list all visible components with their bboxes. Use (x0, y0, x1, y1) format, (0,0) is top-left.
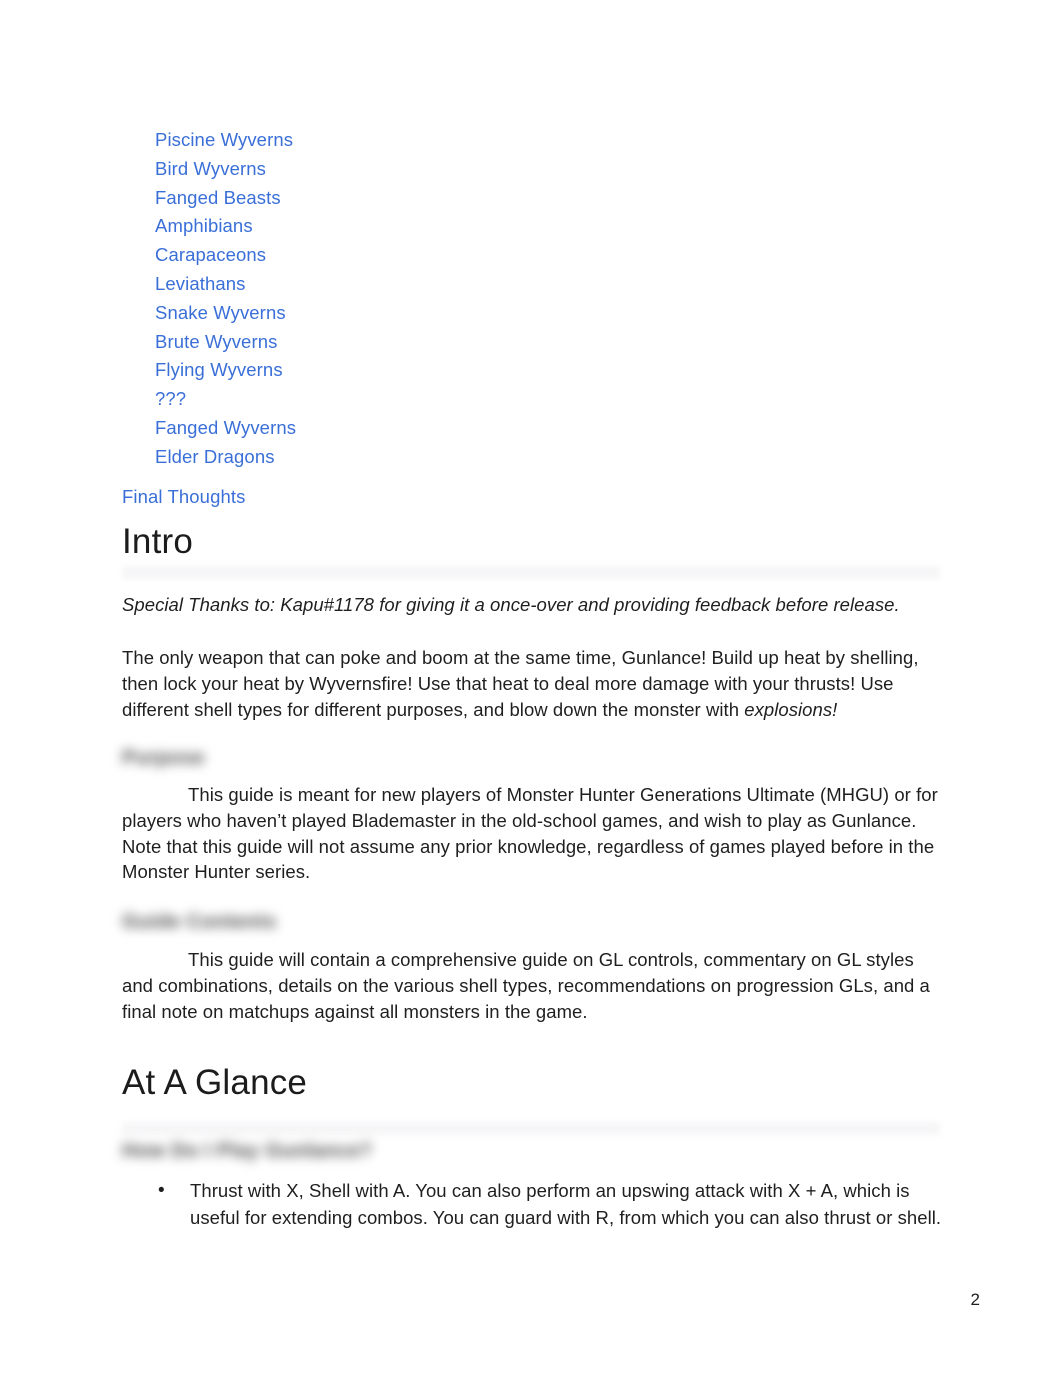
toc-list-item: Amphibians (122, 212, 942, 241)
sub-heading-guide-contents: Guide Contents (122, 911, 277, 933)
list-item: • Thrust with X, Shell with A. You can a… (148, 1178, 948, 1231)
toc-link-brute-wyverns[interactable]: Brute Wyverns (122, 328, 942, 357)
toc-list-item: Piscine Wyverns (122, 126, 942, 155)
toc-link-elder-dragons[interactable]: Elder Dragons (122, 443, 942, 472)
toc-link-snake-wyverns[interactable]: Snake Wyverns (122, 299, 942, 328)
guide-contents-paragraph: This guide will contain a comprehensive … (122, 949, 930, 1022)
toc-link-unknown[interactable]: ??? (122, 385, 942, 414)
document-page: Piscine Wyverns Bird Wyverns Fanged Beas… (0, 0, 1062, 1376)
toc-list-item: Snake Wyverns (122, 299, 942, 328)
bullet-marker-icon: • (158, 1180, 165, 1201)
purpose-paragraph: This guide is meant for new players of M… (122, 784, 938, 883)
toc-list-item: Leviathans (122, 270, 942, 299)
toc-link-bird-wyverns[interactable]: Bird Wyverns (122, 155, 942, 184)
special-thanks-note: Special Thanks to: Kapu#1178 for giving … (122, 594, 900, 615)
at-a-glance-bullet-list: • Thrust with X, Shell with A. You can a… (148, 1178, 948, 1231)
page-number: 2 (970, 1290, 980, 1309)
toc-list-item: Elder Dragons (122, 443, 942, 472)
toc-top-level-list: Final Thoughts (122, 483, 942, 512)
toc-link-amphibians[interactable]: Amphibians (122, 212, 942, 241)
sub-heading-how-do-i-play-gunlance: How Do I Play Gunlance? (122, 1140, 373, 1162)
list-item-text: Thrust with X, Shell with A. You can als… (190, 1180, 942, 1228)
section-heading-intro: Intro (122, 522, 194, 561)
toc-link-piscine-wyverns[interactable]: Piscine Wyverns (122, 126, 942, 155)
toc-link-leviathans[interactable]: Leviathans (122, 270, 942, 299)
toc-link-final-thoughts[interactable]: Final Thoughts (122, 483, 942, 512)
toc-link-fanged-beasts[interactable]: Fanged Beasts (122, 184, 942, 213)
table-of-contents: Piscine Wyverns Bird Wyverns Fanged Beas… (122, 126, 942, 511)
toc-list-item: ??? (122, 385, 942, 414)
toc-list-item: Carapaceons (122, 241, 942, 270)
toc-link-flying-wyverns[interactable]: Flying Wyverns (122, 356, 942, 385)
section-divider-intro (122, 566, 940, 579)
intro-body-paragraph: The only weapon that can poke and boom a… (122, 645, 940, 722)
toc-list-item: Flying Wyverns (122, 356, 942, 385)
toc-link-carapaceons[interactable]: Carapaceons (122, 241, 942, 270)
section-heading-at-a-glance: At A Glance (122, 1063, 308, 1102)
toc-list-item: Brute Wyverns (122, 328, 942, 357)
toc-list-item: Fanged Wyverns (122, 414, 942, 443)
section-divider-at-a-glance (122, 1122, 940, 1135)
toc-link-fanged-wyverns[interactable]: Fanged Wyverns (122, 414, 942, 443)
toc-list-item: Final Thoughts (122, 483, 942, 512)
toc-monster-category-list: Piscine Wyverns Bird Wyverns Fanged Beas… (122, 126, 942, 472)
toc-list-item: Bird Wyverns (122, 155, 942, 184)
intro-body-emphasis: explosions! (744, 698, 838, 720)
toc-list-item: Fanged Beasts (122, 184, 942, 213)
sub-heading-purpose: Purpose (122, 747, 205, 769)
